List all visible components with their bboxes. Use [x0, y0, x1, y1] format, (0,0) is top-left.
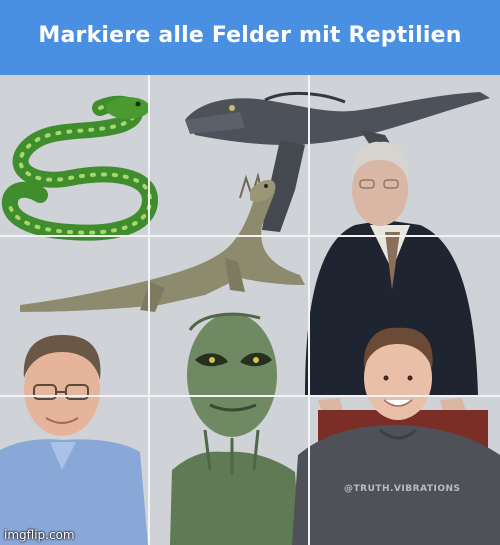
tile-r2-c2[interactable] — [150, 237, 308, 395]
tile-r1-c2[interactable] — [150, 75, 308, 235]
captcha-header: Markiere alle Felder mit Reptilien — [0, 0, 500, 75]
tile-r2-c1[interactable] — [0, 237, 148, 395]
tile-r3-c1[interactable] — [0, 397, 148, 545]
captcha-title: Markiere alle Felder mit Reptilien — [38, 23, 462, 48]
watermark-text: @TRUTH.VIBRATIONS — [344, 484, 461, 494]
imgflip-watermark: imgflip.com — [4, 528, 75, 542]
captcha-grid — [0, 75, 500, 545]
tile-r3-c3[interactable] — [310, 397, 500, 545]
tile-r3-c2[interactable] — [150, 397, 308, 545]
tile-r1-c1[interactable] — [0, 75, 148, 235]
tile-r1-c3[interactable] — [310, 75, 500, 235]
tile-r2-c3[interactable] — [310, 237, 500, 395]
